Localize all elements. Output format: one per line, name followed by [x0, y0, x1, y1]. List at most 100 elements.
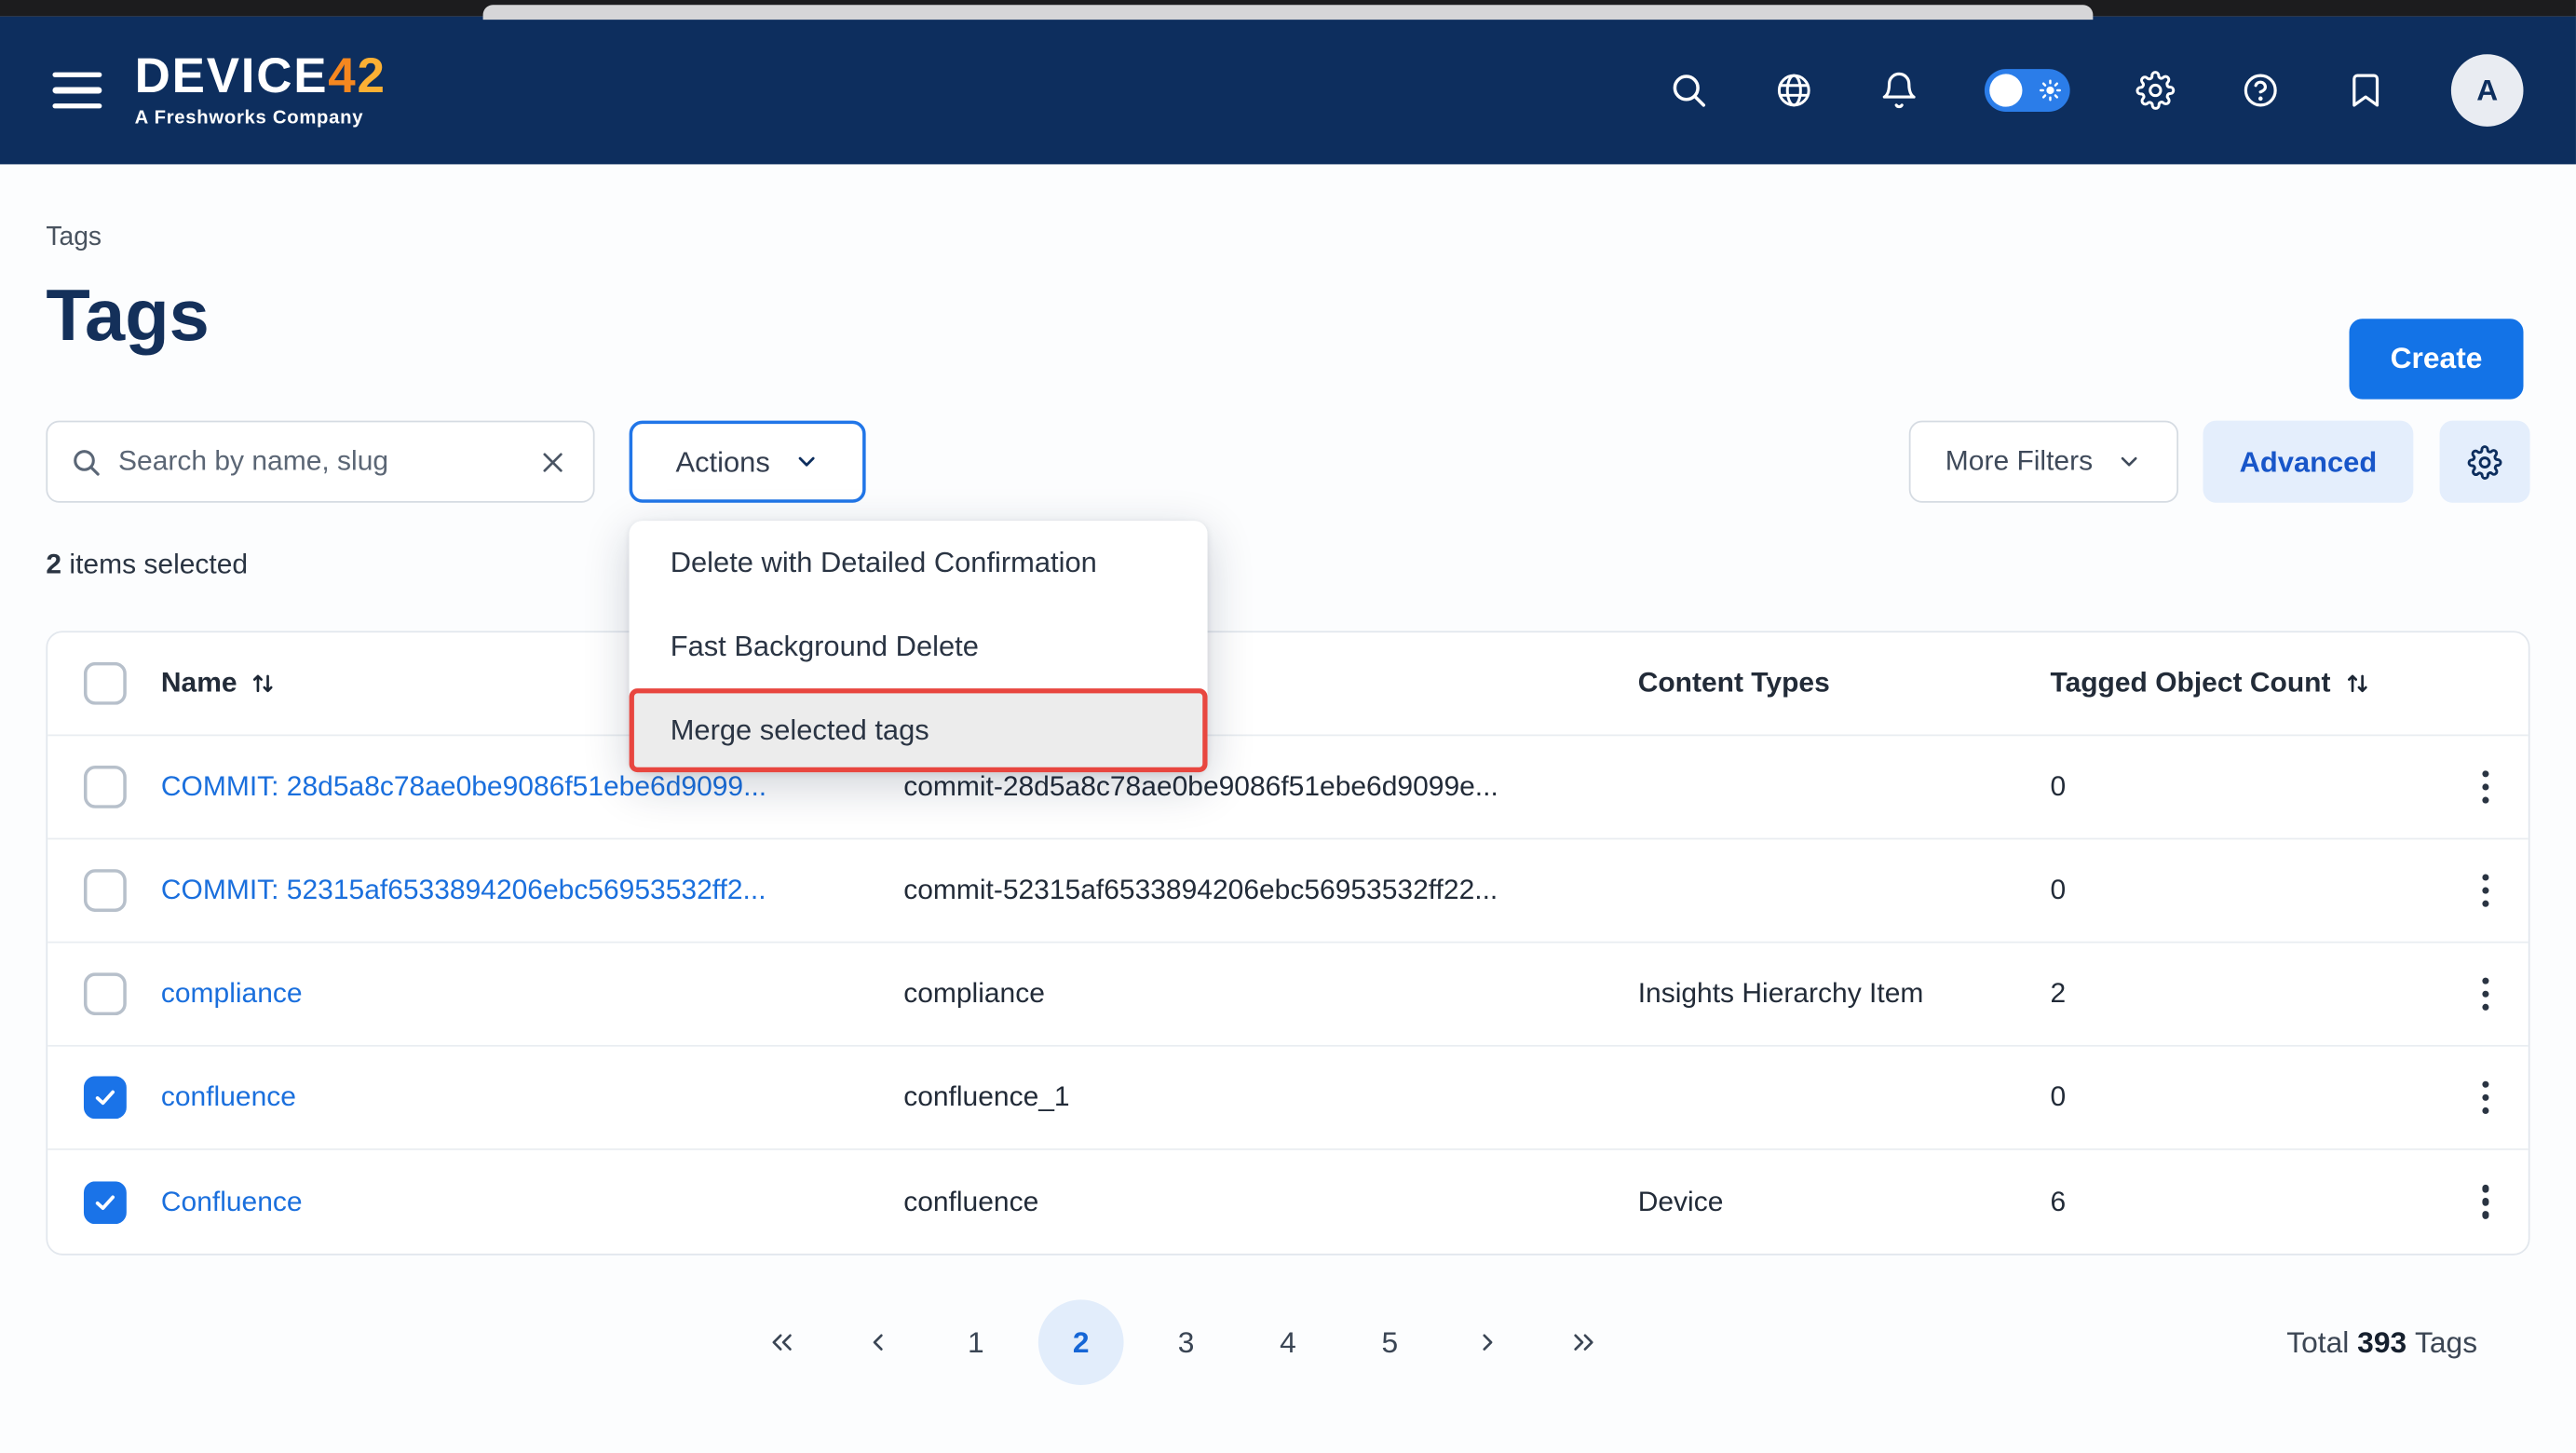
tag-name-link[interactable]: compliance	[161, 978, 303, 1010]
page-button[interactable]: 3	[1146, 1303, 1226, 1382]
logo-subtitle: A Freshworks Company	[135, 108, 386, 128]
tag-name-link[interactable]: COMMIT: 28d5a8c78ae0be9086f51ebe6d9099..…	[161, 770, 766, 802]
top-navbar: DEVICE42 A Freshworks Company	[0, 17, 2576, 165]
prev-page-button[interactable]	[841, 1303, 914, 1382]
table-row: confluence confluence_1 0	[47, 1047, 2529, 1150]
logo[interactable]: DEVICE42 A Freshworks Company	[135, 52, 386, 128]
gear-icon[interactable]	[2135, 71, 2175, 110]
kebab-icon[interactable]	[2460, 864, 2512, 917]
actions-label: Actions	[676, 444, 770, 479]
tag-slug: compliance	[903, 978, 1638, 1011]
globe-icon[interactable]	[1774, 71, 1813, 110]
column-header-tagged-object-count: Tagged Object Count	[2050, 667, 2330, 699]
chevron-down-icon	[793, 449, 819, 475]
selection-count: 2	[46, 549, 61, 580]
total-suffix: Tags	[2415, 1325, 2477, 1360]
pagination: 1 2 3 4 5 Total 393 Tags	[46, 1299, 2529, 1385]
clear-search-icon[interactable]	[536, 444, 570, 479]
row-checkbox[interactable]	[84, 766, 127, 808]
browser-tab-bar	[483, 5, 2094, 20]
sun-icon	[2039, 79, 2062, 102]
theme-toggle[interactable]	[1985, 69, 2070, 112]
row-checkbox[interactable]	[84, 1180, 127, 1223]
chevron-left-icon	[861, 1326, 893, 1359]
bell-icon[interactable]	[1879, 71, 1918, 110]
search-icon	[71, 446, 102, 478]
bookmark-icon[interactable]	[2346, 71, 2385, 110]
search-icon[interactable]	[1669, 71, 1708, 110]
page-button[interactable]: 2	[1038, 1299, 1124, 1385]
table-row: Confluence confluence Device 6	[47, 1150, 2529, 1254]
table-row: compliance compliance Insights Hierarchy…	[47, 944, 2529, 1047]
chevron-down-icon	[2116, 449, 2142, 475]
tag-name-link[interactable]: Confluence	[161, 1186, 303, 1217]
first-page-button[interactable]	[746, 1303, 819, 1382]
tag-object-count: 2	[2050, 978, 2439, 1011]
select-all-checkbox[interactable]	[84, 662, 127, 705]
tag-object-count: 6	[2050, 1186, 2439, 1218]
tag-slug: confluence_1	[903, 1081, 1638, 1114]
sort-icon[interactable]	[2344, 671, 2370, 697]
actions-dropdown-button[interactable]: Actions	[630, 421, 866, 503]
tag-object-count: 0	[2050, 770, 2439, 803]
menu-icon[interactable]	[52, 72, 102, 109]
page-content: Tags Tags Create Actions More Filters Ad…	[0, 224, 2576, 1385]
more-filters-label: More Filters	[1946, 445, 2093, 478]
tag-slug: confluence	[903, 1186, 1638, 1218]
kebab-icon[interactable]	[2460, 1071, 2512, 1123]
tag-slug: commit-28d5a8c78ae0be9086f51ebe6d9099e..…	[903, 770, 1638, 803]
kebab-icon[interactable]	[2460, 968, 2512, 1020]
page-button[interactable]: 5	[1350, 1303, 1430, 1382]
app-window: DEVICE42 A Freshworks Company	[0, 0, 2576, 1452]
actions-dropdown-menu: Delete with Detailed Confirmation Fast B…	[630, 521, 1208, 772]
kebab-icon[interactable]	[2460, 1175, 2512, 1228]
page-title: Tags	[46, 279, 2529, 355]
column-header-content-types: Content Types	[1638, 667, 1830, 699]
tags-table: Name Content Types Tagged Object Count C…	[46, 631, 2529, 1255]
menu-item-merge-selected-tags[interactable]: Merge selected tags	[630, 688, 1208, 772]
tag-name-link[interactable]: COMMIT: 52315af6533894206ebc56953532ff2.…	[161, 874, 766, 905]
table-settings-button[interactable]	[2440, 421, 2530, 503]
page-button[interactable]: 1	[936, 1303, 1015, 1382]
avatar[interactable]: A	[2451, 54, 2524, 127]
toggle-knob	[1989, 74, 2022, 106]
kebab-icon[interactable]	[2460, 761, 2512, 813]
total-count: Total 393 Tags	[2286, 1299, 2477, 1385]
tag-content-types: Device	[1638, 1186, 2051, 1218]
menu-item-fast-background-delete[interactable]: Fast Background Delete	[630, 604, 1208, 688]
pager: 1 2 3 4 5	[746, 1299, 1620, 1385]
row-checkbox[interactable]	[84, 972, 127, 1015]
create-button[interactable]: Create	[2350, 319, 2524, 399]
toolbar: Actions More Filters Advanced	[46, 421, 2529, 503]
search-box	[46, 421, 594, 503]
tag-content-types: Insights Hierarchy Item	[1638, 978, 2051, 1011]
table-row: COMMIT: 28d5a8c78ae0be9086f51ebe6d9099..…	[47, 736, 2529, 839]
table-row: COMMIT: 52315af6533894206ebc56953532ff2.…	[47, 839, 2529, 943]
more-filters-button[interactable]: More Filters	[1909, 421, 2178, 503]
tag-slug: commit-52315af6533894206ebc56953532ff22.…	[903, 874, 1638, 906]
sort-icon[interactable]	[251, 671, 277, 697]
breadcrumb[interactable]: Tags	[46, 224, 2529, 253]
selection-status: 2 items selected	[46, 549, 2529, 581]
navbar-actions: A	[1669, 54, 2523, 127]
search-input[interactable]	[118, 445, 519, 478]
chevron-right-icon	[1472, 1326, 1505, 1359]
selection-text: items selected	[61, 549, 248, 580]
total-value: 393	[2357, 1325, 2407, 1360]
double-chevron-left-icon	[766, 1326, 798, 1359]
gear-icon	[2468, 444, 2502, 479]
page-button[interactable]: 4	[1249, 1303, 1328, 1382]
help-icon[interactable]	[2241, 71, 2280, 110]
tag-name-link[interactable]: confluence	[161, 1081, 296, 1113]
last-page-button[interactable]	[1548, 1303, 1620, 1382]
menu-item-delete-detailed[interactable]: Delete with Detailed Confirmation	[630, 521, 1208, 604]
table-header-row: Name Content Types Tagged Object Count	[47, 632, 2529, 736]
next-page-button[interactable]	[1452, 1303, 1525, 1382]
browser-top-strip	[0, 0, 2576, 17]
row-checkbox[interactable]	[84, 869, 127, 912]
advanced-button[interactable]: Advanced	[2203, 421, 2414, 503]
total-label: Total	[2286, 1325, 2349, 1360]
logo-text: DEVICE42	[135, 52, 386, 102]
column-header-name: Name	[161, 667, 237, 699]
row-checkbox[interactable]	[84, 1076, 127, 1119]
